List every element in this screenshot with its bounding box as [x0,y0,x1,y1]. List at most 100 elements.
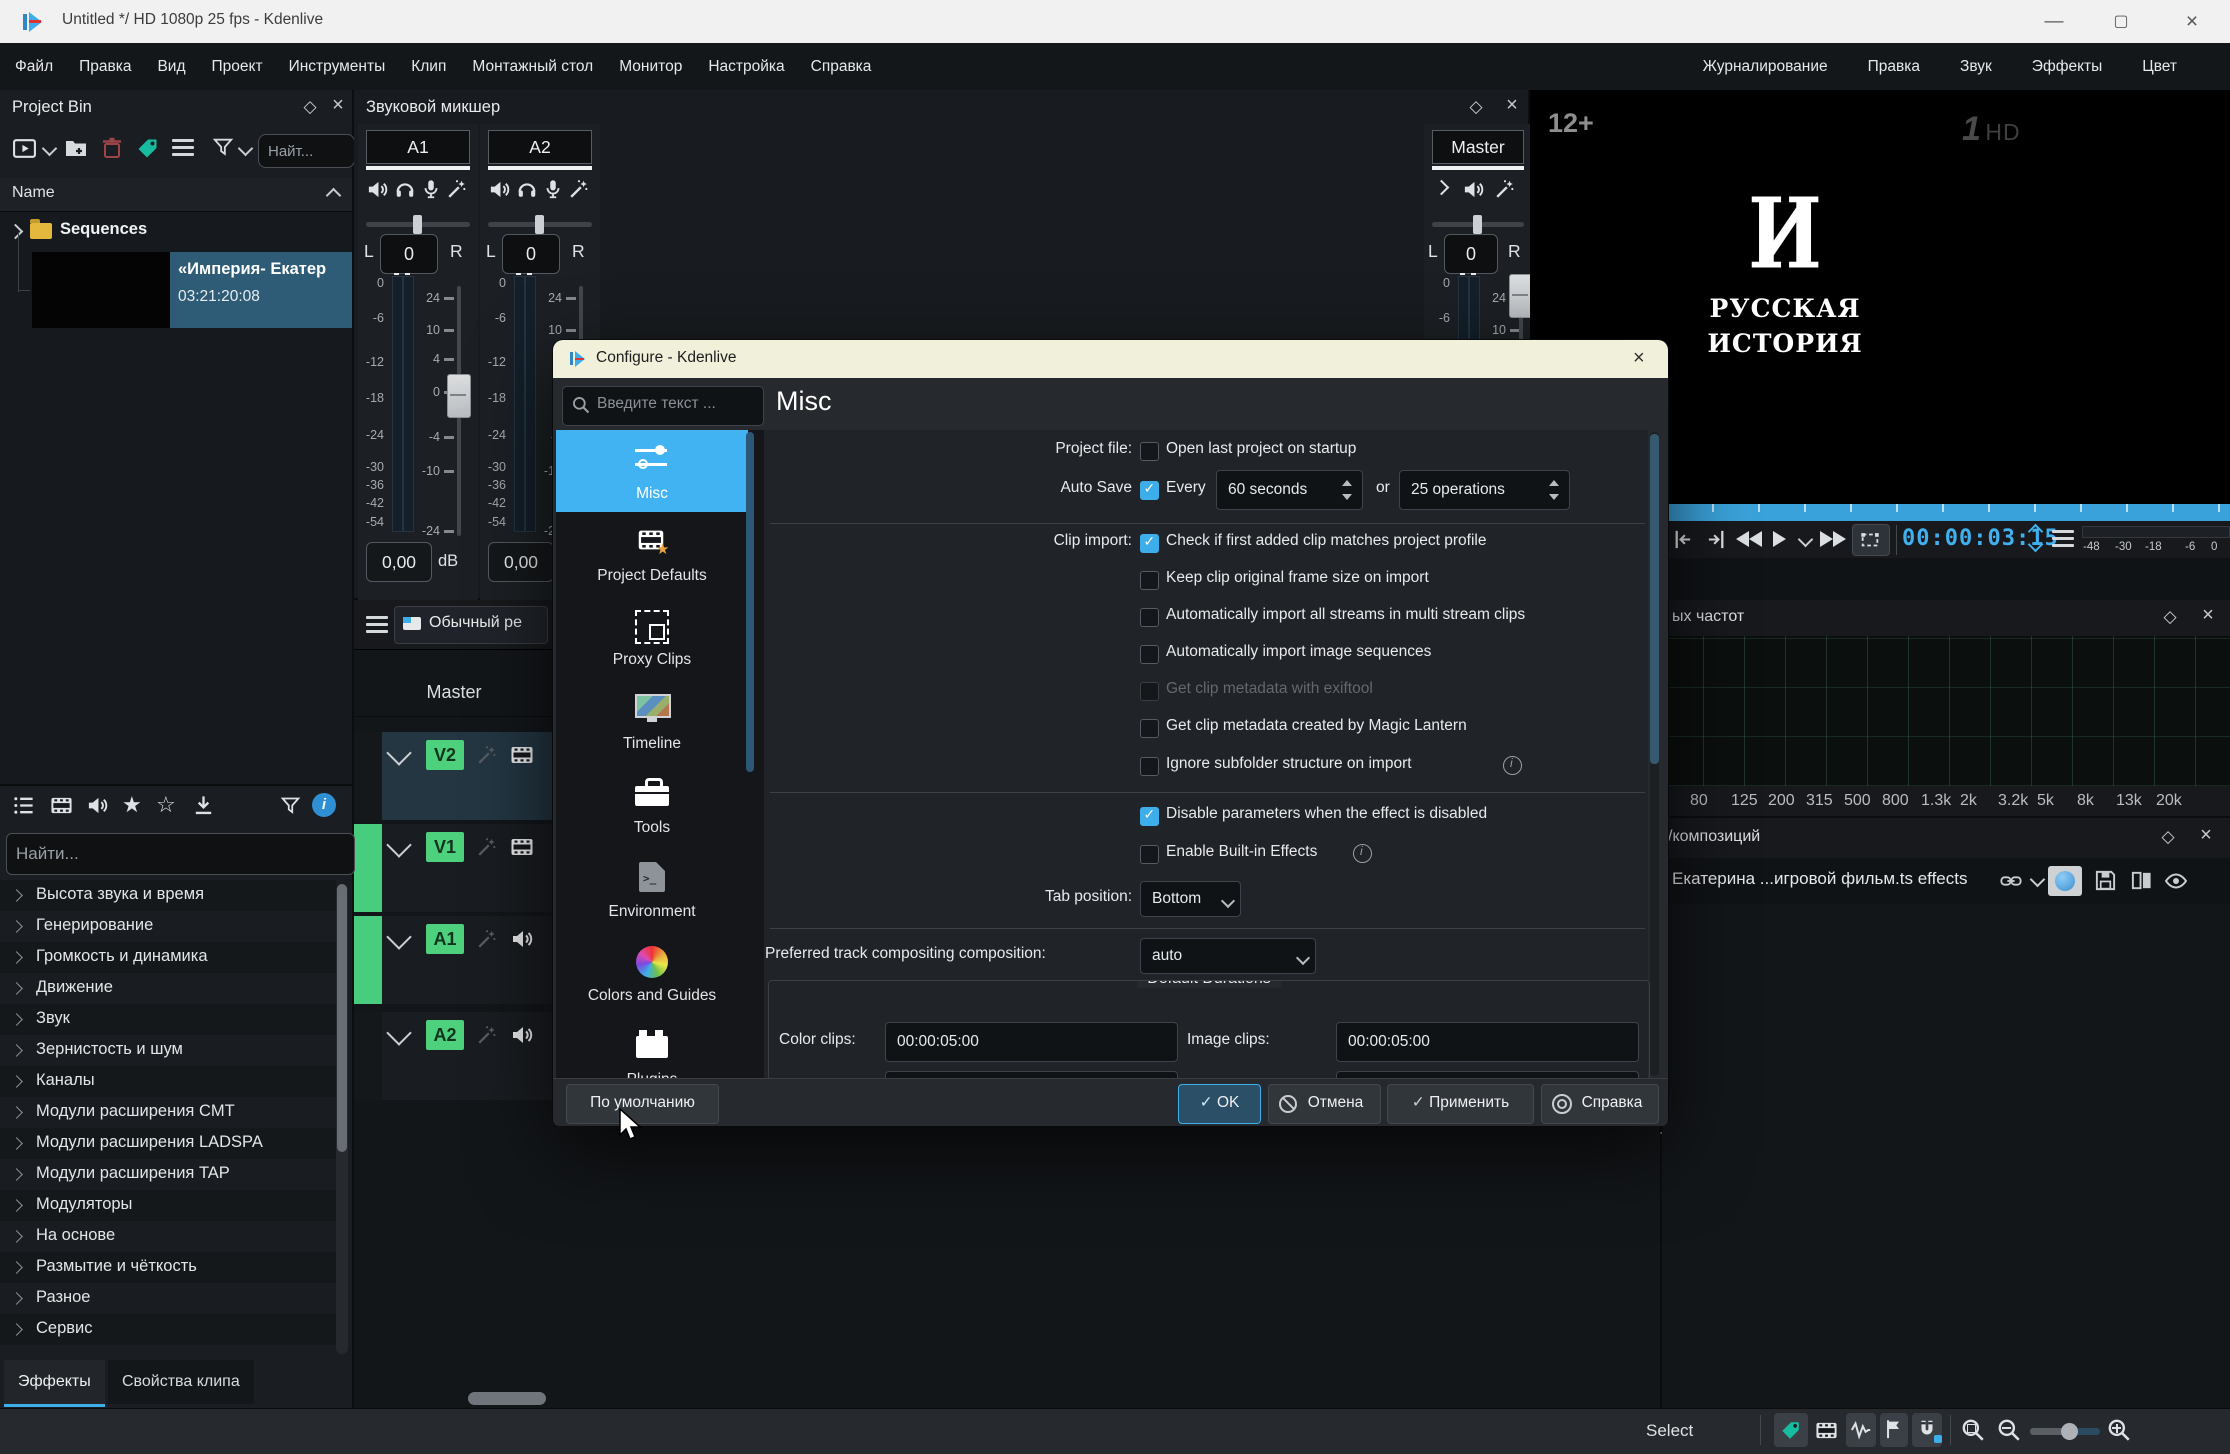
timecode-spin-icons[interactable] [2030,526,2041,550]
track-target-indicator[interactable] [354,824,382,912]
effects-enabled-button[interactable] [2048,866,2082,896]
close-button[interactable]: × [2162,0,2222,43]
effect-category-row[interactable]: Размытие и чёткость [0,1252,336,1283]
monitor-menu-icon[interactable] [2052,537,2074,540]
add-folder-icon[interactable] [64,136,88,160]
effects-icon[interactable] [446,178,468,200]
mute-icon[interactable] [1462,178,1485,201]
balance-value[interactable]: 0 [380,234,438,274]
workspace-item[interactable]: Цвет [2129,43,2190,90]
video-track-icon[interactable] [510,835,534,859]
close-panel-icon[interactable]: × [328,97,348,117]
zoom-in-icon[interactable] [2106,1417,2132,1443]
filter-icon[interactable] [212,136,234,158]
effect-category-row[interactable]: Модули расширения CMT [0,1097,336,1128]
float-panel-icon[interactable]: ◇ [1466,98,1486,118]
workspace-item[interactable]: Звук [1947,43,2005,90]
auto-image-seq-checkbox[interactable] [1140,645,1159,664]
sidebar-item-environment[interactable]: >_ Environment [556,850,748,930]
bin-folder-row[interactable]: Sequences [0,214,352,248]
expand-icon[interactable] [10,1075,23,1088]
float-panel-icon[interactable]: ◇ [300,98,320,118]
play-icon[interactable] [1773,531,1786,552]
image-clips-input[interactable]: 00:00:05:00 [1336,1022,1639,1062]
expand-icon[interactable] [10,1261,23,1274]
show-audio-thumbnails-button[interactable] [1846,1413,1876,1447]
cancel-button[interactable]: Отмена [1268,1084,1381,1124]
effect-category-row[interactable]: Разное [0,1283,336,1314]
collapse-track-icon[interactable] [386,740,411,765]
sidebar-item-project-defaults[interactable]: ★ Project Defaults [556,514,748,594]
track-target-indicator[interactable] [354,1012,382,1100]
float-panel-icon[interactable]: ◇ [2158,828,2178,848]
track-effects-icon[interactable] [476,928,498,950]
goto-zone-start-icon[interactable] [1670,528,1693,551]
collapse-track-icon[interactable] [386,924,411,949]
mute-icon[interactable] [488,178,511,201]
tag-toggle-button[interactable] [1774,1413,1808,1447]
ignore-subfolder-checkbox[interactable] [1140,757,1159,776]
solo-icon[interactable] [516,178,538,200]
float-panel-icon[interactable]: ◇ [2160,608,2180,628]
auto-streams-checkbox[interactable] [1140,608,1159,627]
effect-category-row[interactable]: Модули расширения LADSPA [0,1128,336,1159]
custom-effects-icon[interactable]: ★ [122,792,142,818]
expand-icon[interactable] [10,889,23,902]
effect-category-row[interactable]: Высота звука и время [0,880,336,911]
maximize-button[interactable]: ▢ [2091,0,2151,43]
expand-icon[interactable] [10,1292,23,1305]
magic-lantern-checkbox[interactable] [1140,719,1159,738]
effects-search-input[interactable]: Найти... [6,833,355,875]
menu-item[interactable]: Правка [66,43,144,90]
channel-name[interactable]: Master [1432,130,1524,164]
close-panel-icon[interactable]: × [2196,827,2216,847]
menu-item[interactable]: Инструменты [276,43,399,90]
goto-zone-end-icon[interactable] [1706,528,1729,551]
effects-icon[interactable] [568,178,590,200]
timeline-menu-icon[interactable] [366,623,388,626]
expand-icon[interactable] [10,920,23,933]
fader-handle[interactable] [447,374,471,418]
tab-effects[interactable]: Эффекты [4,1360,105,1407]
bin-menu-icon[interactable] [172,146,194,149]
add-clip-dropdown-icon[interactable] [42,141,58,157]
bin-clip-row[interactable]: «Империя- Екатер 03:21:20:08 [0,250,352,330]
zoom-out-icon[interactable] [1996,1417,2022,1443]
workspace-item[interactable]: Журналирование [1690,43,1841,90]
edit-mode-combo[interactable]: Обычный ре [394,606,548,644]
solo-icon[interactable] [394,178,416,200]
video-track-icon[interactable] [510,743,534,767]
column-header[interactable]: Name [0,178,352,212]
sidebar-item-proxy-clips[interactable]: Proxy Clips [556,598,748,678]
effect-category-row[interactable]: Зернистость и шум [0,1035,336,1066]
bin-search-input[interactable]: Найт... [258,134,355,168]
zoom-slider-handle[interactable] [2061,1423,2078,1440]
effect-category-row[interactable]: Сервис [0,1314,336,1345]
autosave-interval-spinbox[interactable]: 60 seconds [1216,470,1363,510]
help-button[interactable]: Справка [1541,1084,1659,1124]
close-panel-icon[interactable]: × [2198,607,2218,627]
info-icon[interactable] [1353,844,1372,863]
compositing-combo[interactable]: auto [1140,938,1316,974]
add-clip-icon[interactable] [12,136,37,161]
filter-icon[interactable] [280,795,301,816]
effects-scrollbar-track[interactable] [336,884,348,1354]
balance-value[interactable]: 0 [1444,234,1498,274]
show-video-thumbnails-icon[interactable] [1815,1419,1838,1442]
ok-button[interactable]: ✓ OK [1178,1084,1261,1124]
download-effects-icon[interactable] [192,794,215,817]
balance-slider[interactable] [1432,222,1524,227]
menu-item[interactable]: Настройка [695,43,797,90]
dialog-titlebar[interactable]: Configure - Kdenlive × [553,340,1668,378]
open-last-checkbox[interactable] [1140,442,1159,461]
expand-icon[interactable] [10,1013,23,1026]
timeline-hscrollbar[interactable] [468,1392,546,1405]
effect-stack-clip-row[interactable]: Екатерина ...игровой фильм.ts effects [1662,858,2230,904]
effect-category-row[interactable]: Громкость и динамика [0,942,336,973]
link-icon[interactable] [2000,870,2022,892]
track-tag[interactable]: A2 [426,1020,464,1050]
play-dropdown-icon[interactable] [1798,532,1814,548]
menu-item[interactable]: Клип [398,43,459,90]
sidebar-scrollbar-thumb[interactable] [746,432,754,772]
channel-name[interactable]: A1 [366,130,470,164]
